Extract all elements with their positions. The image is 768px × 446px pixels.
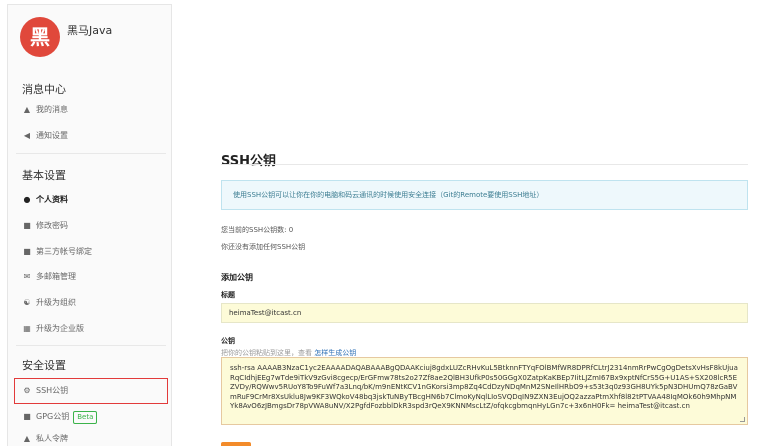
sidebar-item-label: 多邮箱管理 xyxy=(36,272,76,281)
sidebar-item-gpg-keys[interactable]: ■ GPG公钥 Beta xyxy=(22,408,98,426)
sidebar-item-label: 我的消息 xyxy=(36,105,68,114)
sidebar-item-upgrade-org[interactable]: ☯ 升级为组织 xyxy=(22,294,76,312)
title-divider xyxy=(221,164,748,165)
beta-badge: Beta xyxy=(73,410,98,424)
title-input[interactable]: heimaTest@itcast.cn xyxy=(221,303,748,323)
sidebar-item-notification-settings[interactable]: ◀ 通知设置 xyxy=(22,127,68,145)
sidebar-item-label: GPG公钥 xyxy=(36,412,70,421)
sidebar-item-label: 修改密码 xyxy=(36,221,68,230)
section-title-basic: 基本设置 xyxy=(22,169,66,182)
avatar[interactable]: 黑 xyxy=(20,17,60,57)
public-key-textarea[interactable]: ssh-rsa AAAAB3NzaC1yc2EAAAADAQABAAABgQDA… xyxy=(221,357,748,425)
sidebar-item-label: 第三方帐号绑定 xyxy=(36,247,92,256)
mail-icon: ✉ xyxy=(23,272,31,281)
key-icon: ⚙ xyxy=(23,386,31,395)
sidebar-item-label: 升级为企业版 xyxy=(36,324,84,333)
account-icon: ■ xyxy=(23,247,31,256)
sidebar-item-third-party[interactable]: ■ 第三方帐号绑定 xyxy=(22,243,92,261)
sidebar-item-label: 私人令牌 xyxy=(36,434,68,443)
sidebar-divider xyxy=(16,153,166,154)
key-hint-text: 把你的公钥粘贴到这里，查看 xyxy=(221,349,312,357)
title-label: 标题 xyxy=(221,291,235,299)
sidebar-item-multi-email[interactable]: ✉ 多邮箱管理 xyxy=(22,268,76,286)
sidebar-item-ssh-keys[interactable]: ⚙ SSH公钥 xyxy=(22,382,68,400)
sidebar-item-label: 个人资料 xyxy=(36,195,68,204)
bell-icon: ▲ xyxy=(23,105,31,114)
key-label: 公钥 xyxy=(221,337,235,345)
group-icon: ☯ xyxy=(23,298,31,307)
sidebar-divider xyxy=(16,345,166,346)
page-title: SSH公钥 xyxy=(221,154,277,169)
user-icon: ● xyxy=(23,195,31,204)
sidebar-item-change-password[interactable]: ■ 修改密码 xyxy=(22,217,68,235)
sidebar-item-label: 通知设置 xyxy=(36,131,68,140)
confirm-button[interactable] xyxy=(221,442,251,446)
sidebar-item-label: SSH公钥 xyxy=(36,386,69,395)
sidebar-item-private-tokens[interactable]: ▲ 私人令牌 xyxy=(22,430,68,446)
sidebar-item-profile[interactable]: ● 个人资料 xyxy=(22,191,69,209)
no-keys-text: 你还没有添加任何SSH公钥 xyxy=(221,243,306,251)
resize-handle-icon[interactable] xyxy=(740,417,745,422)
section-title-security: 安全设置 xyxy=(22,359,66,372)
lock-icon: ■ xyxy=(23,412,31,421)
user-block: 黑 黑马Java xyxy=(20,17,170,57)
building-icon: ▦ xyxy=(23,324,31,333)
sidebar-item-my-messages[interactable]: ▲ 我的消息 xyxy=(22,101,68,119)
key-count-text: 您当前的SSH公钥数: 0 xyxy=(221,226,294,234)
people-icon: ▲ xyxy=(23,434,31,443)
username[interactable]: 黑马Java xyxy=(67,22,112,38)
section-title-messages: 消息中心 xyxy=(22,83,66,96)
settings-sidebar: 黑 黑马Java 消息中心 ▲ 我的消息 ◀ 通知设置 基本设置 ● 个人资料 … xyxy=(7,4,172,446)
info-alert: 使用SSH公钥可以让你在你的电脑和码云通讯的时候使用安全连接（Git的Remot… xyxy=(221,180,748,210)
lock-icon: ■ xyxy=(23,221,31,230)
sidebar-item-upgrade-enterprise[interactable]: ▦ 升级为企业版 xyxy=(22,320,84,338)
add-key-heading: 添加公钥 xyxy=(221,273,253,282)
sidebar-item-label: 升级为组织 xyxy=(36,298,76,307)
speaker-icon: ◀ xyxy=(23,131,31,140)
public-key-value: ssh-rsa AAAAB3NzaC1yc2EAAAADAQABAAABgQDA… xyxy=(230,364,738,410)
how-to-generate-link[interactable]: 怎样生成公钥 xyxy=(314,349,356,357)
